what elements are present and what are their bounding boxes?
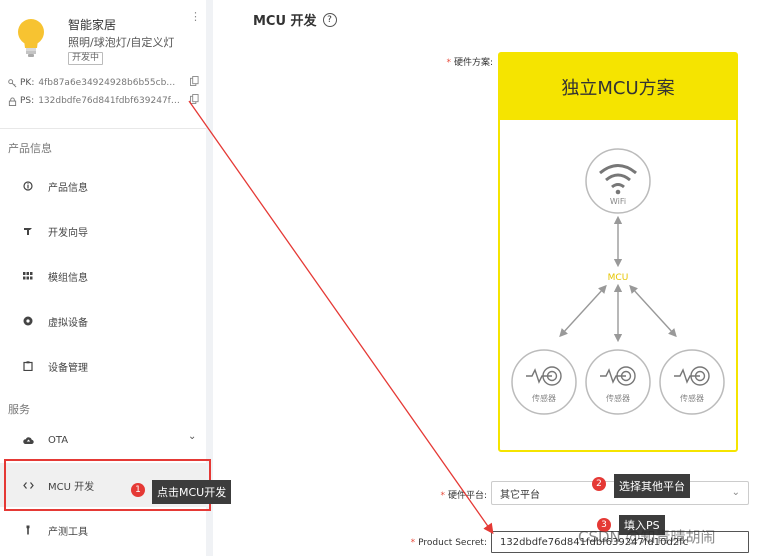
watermark: CSDN @知青晴胡闹 [578,528,716,546]
ps-to-input-arrow [188,100,494,535]
step1-callout: 点击MCU开发 [152,480,232,504]
page: 智能家居 照明/球泡灯/自定义灯 开发中 ⋮ PK: 4fb87a6e34924… [0,0,760,556]
step2-badge: 2 [592,477,606,491]
step2-callout: 选择其他平台 [614,474,690,498]
step1-badge: 1 [131,483,145,497]
